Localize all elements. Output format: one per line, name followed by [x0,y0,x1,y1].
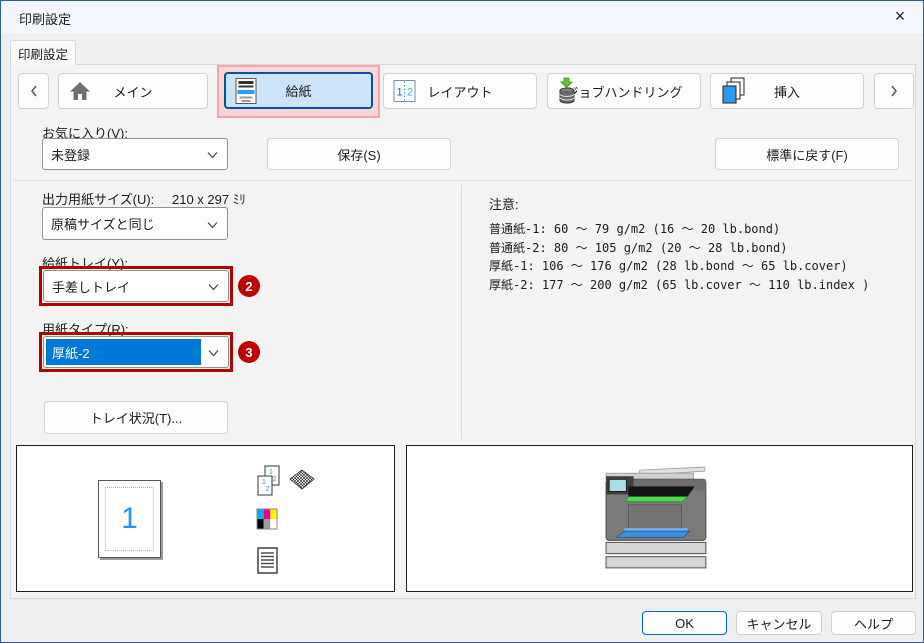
chevron-down-icon [208,279,219,294]
toolbar-forward-button[interactable] [874,73,914,109]
svg-text:2: 2 [273,476,277,483]
toolbar-button-paper-feed[interactable]: 給紙 [224,72,373,109]
toolbar-button-label: 給紙 [285,81,311,100]
tab-label: 印刷設定 [18,44,68,63]
save-button-label: 保存(S) [337,145,380,164]
output-size-label: 出力用紙サイズ(U): [42,189,154,208]
paper-type-selected-fill: 厚紙-2 [46,339,201,365]
chevron-left-icon [29,84,39,98]
chevron-right-icon [889,84,899,98]
paper-type-value: 厚紙-2 [52,343,90,362]
cancel-button-label: キャンセル [746,614,811,633]
output-size-combo[interactable]: 原稿サイズと同じ [42,207,228,240]
printer-preview-panel [406,445,913,592]
svg-text:1: 1 [397,87,403,99]
paper-tray-value: 手差しトレイ [52,277,130,296]
home-icon [68,79,92,103]
preview-page: 1 [98,480,161,558]
chevron-down-icon [207,216,218,231]
favorites-value: 未登録 [51,145,90,164]
annotation-badge-3: 3 [238,341,260,363]
restore-defaults-label: 標準に戻す(F) [766,145,848,164]
svg-text:2: 2 [407,87,413,99]
tab-print-settings[interactable]: 印刷設定 [10,40,76,65]
ok-button-label: OK [675,616,694,631]
paper-feed-icon [235,77,257,104]
preview-page-number: 1 [121,502,138,536]
paper-type-combo[interactable]: 厚紙-2 [43,336,229,368]
help-button-label: ヘルプ [854,614,893,633]
toolbar-button-label: メイン [113,82,152,101]
paper-stack-icon [289,469,315,494]
printer-illustration [603,466,715,575]
save-button[interactable]: 保存(S) [267,138,451,170]
toolbar-button-job-handling[interactable]: ジョブハンドリング [547,73,701,109]
notes-block: 普通紙-1: 60 ～ 79 g/m2 (16 ～ 20 lb.bond) 普通… [489,220,869,294]
collate-icon: 1 2 1 2 [256,465,281,500]
note-line: 厚紙-1: 106 ～ 176 g/m2 (28 lb.bond ～ 65 lb… [489,257,869,276]
print-settings-dialog: 印刷設定 × 印刷設定 メイン [0,0,924,643]
job-database-icon [557,77,579,105]
help-button[interactable]: ヘルプ [831,611,916,635]
restore-defaults-button[interactable]: 標準に戻す(F) [715,138,899,170]
tray-status-label: トレイ状況(T)... [90,408,182,427]
favorites-combo[interactable]: 未登録 [42,138,228,170]
cancel-button[interactable]: キャンセル [736,611,822,635]
paper-tray-combo[interactable]: 手差しトレイ [43,270,229,302]
close-icon[interactable]: × [885,3,915,29]
toolbar-button-main[interactable]: メイン [58,73,208,109]
note-line: 厚紙-2: 177 ～ 200 g/m2 (65 lb.cover ～ 110 … [489,276,869,295]
svg-text:1: 1 [262,479,266,486]
toolbar-button-label: 挿入 [774,82,800,101]
preview-page-margin: 1 [105,487,154,551]
note-line: 普通紙-2: 80 ～ 105 g/m2 (20 ～ 28 lb.bond) [489,239,869,258]
layout-pages-icon: 1 2 [393,80,416,103]
document-icon [257,547,278,577]
notes-title: 注意: [489,194,519,213]
toolbar-back-button[interactable] [18,73,49,109]
separator [14,180,912,181]
toolbar-button-label: レイアウト [427,82,492,101]
svg-text:2: 2 [266,486,270,493]
color-mode-icon [256,508,278,533]
toolbar-button-layout[interactable]: 1 2 レイアウト [383,73,537,109]
ok-button[interactable]: OK [642,611,727,635]
chevron-down-icon [208,345,219,360]
window-title: 印刷設定 [19,9,71,28]
tray-status-button[interactable]: トレイ状況(T)... [44,401,228,434]
output-size-value: 210 x 297 ﾐﾘ [172,189,246,208]
toolbar-button-label: ジョブハンドリング [565,82,682,101]
page-preview-panel: 1 1 2 1 2 [16,445,395,592]
tab-page: メイン 給紙 1 2 [10,64,916,599]
note-line: 普通紙-1: 60 ～ 79 g/m2 (16 ～ 20 lb.bond) [489,220,869,239]
output-size-combo-value: 原稿サイズと同じ [51,214,155,233]
title-bar: 印刷設定 × [1,1,923,33]
annotation-badge-2: 2 [238,275,260,297]
toolbar-button-insert[interactable]: 挿入 [710,73,864,109]
chevron-down-icon [207,147,218,162]
vertical-divider [461,185,462,439]
insert-pages-icon [720,77,747,105]
svg-text:1: 1 [269,469,273,476]
